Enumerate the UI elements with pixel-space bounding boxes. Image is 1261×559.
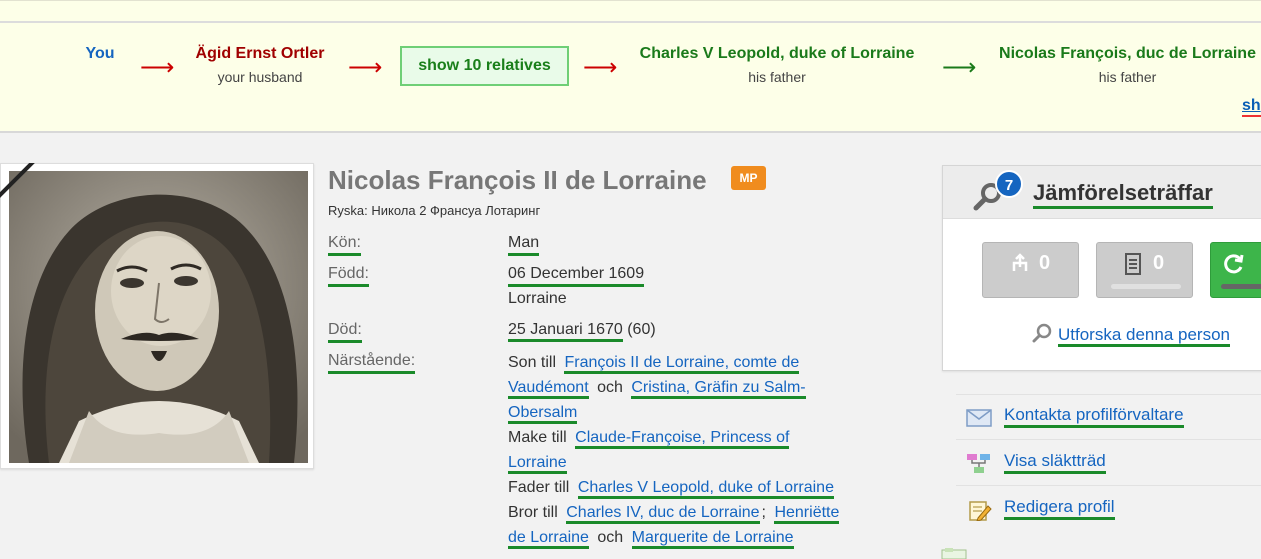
relation-line: Bror till Charles IV, duc de Lorraine; H… — [508, 500, 888, 525]
relative-link[interactable]: de Lorraine — [508, 529, 589, 549]
died-info: 25 Januari 1670 (60) — [508, 321, 656, 342]
alternate-name: Ryska: Никола 2 Франсуа Лотаринг — [328, 203, 541, 218]
contact-manager-link[interactable]: Kontakta profilförvaltare — [966, 405, 1261, 431]
relation-line: Fader till Charles V Leopold, duke of Lo… — [508, 475, 888, 500]
view-family-tree-link[interactable]: Visa släktträd — [966, 451, 1261, 477]
mourning-ribbon-icon — [0, 163, 40, 203]
born-date: 06 December 1609 — [508, 265, 645, 287]
path-node-relation: your husband — [217, 69, 303, 85]
family-tree-icon — [967, 454, 990, 473]
path-node-husband[interactable]: Ägid Ernst Ortler your husband — [180, 45, 340, 85]
relation-line: Make till Claude-Françoise, Princess of — [508, 425, 888, 450]
tree-match-count: 0 — [1039, 252, 1051, 274]
relation-type: Fader till — [508, 479, 570, 496]
died-date: 25 Januari 1670 — [508, 321, 623, 342]
born-label: Född: — [328, 265, 369, 287]
record-matches-button[interactable]: 0 — [1096, 242, 1193, 298]
relation-line: Son till François II de Lorraine, comte … — [508, 350, 888, 375]
born-place: Lorraine — [508, 290, 567, 307]
profile-photo-card[interactable] — [0, 163, 314, 469]
relative-link[interactable]: Cristina, Gräfin zu Salm- — [631, 379, 806, 399]
path-node-target[interactable]: Nicolas François, duc de Lorraine his fa… — [990, 45, 1261, 85]
refresh-matches-button[interactable] — [1210, 242, 1261, 298]
arrow-right-icon: ⟶ — [583, 54, 618, 81]
path-node-relation: his father — [1098, 69, 1157, 85]
contact-manager-text[interactable]: Kontakta profilförvaltare — [1004, 405, 1184, 428]
divider — [956, 394, 1261, 395]
tree-matches-button[interactable]: 0 — [982, 242, 1079, 298]
relation-line: Vaudémont och Cristina, Gräfin zu Salm- — [508, 375, 888, 400]
relative-link[interactable]: Henriëtte — [774, 504, 840, 524]
relatives-list: Son till François II de Lorraine, comte … — [508, 350, 888, 550]
relation-type: Make till — [508, 429, 567, 446]
profile-photo[interactable] — [9, 171, 308, 463]
relation-line: de Lorraine och Marguerite de Lorraine — [508, 525, 888, 550]
refresh-icon — [1223, 253, 1245, 281]
died-age: (60) — [627, 321, 656, 338]
conjunction: och — [597, 529, 624, 546]
arrow-right-icon: ⟶ — [140, 54, 175, 81]
profile-name: Nicolas François II de Lorraine — [328, 165, 707, 195]
died-label: Död: — [328, 321, 362, 343]
document-icon — [1124, 253, 1142, 281]
divider — [956, 439, 1261, 440]
relatives-label: Närstående: — [328, 352, 416, 374]
relative-link[interactable]: Obersalm — [508, 404, 578, 424]
separator: ; — [761, 504, 766, 521]
envelope-icon — [966, 409, 992, 427]
arrow-right-icon: ⟶ — [942, 54, 977, 81]
match-count-badge: 7 — [995, 170, 1023, 198]
relation-type: Son till — [508, 354, 557, 371]
explore-person-link[interactable]: Utforska denna person — [1032, 323, 1230, 347]
conjunction: och — [597, 379, 623, 396]
gender-value: Man — [508, 234, 540, 256]
relative-link[interactable]: François II de Lorraine, comte de — [564, 354, 800, 374]
relative-link[interactable]: Charles IV, duc de Lorraine — [566, 504, 760, 524]
gender-label: Kön: — [328, 234, 361, 256]
relative-link[interactable]: Claude-Françoise, Princess of — [575, 429, 790, 449]
path-node-relation: his father — [748, 69, 806, 85]
show-more-link[interactable]: sh — [1242, 97, 1261, 117]
relative-link[interactable]: Lorraine — [508, 454, 567, 474]
tools-icon — [941, 548, 967, 559]
relative-link[interactable]: Vaudémont — [508, 379, 589, 399]
edit-icon — [969, 501, 992, 521]
path-node-you[interactable]: You — [72, 45, 128, 63]
edit-profile-link[interactable]: Redigera profil — [966, 497, 1261, 523]
path-node-name[interactable]: Charles V Leopold, duke of Lorraine — [622, 45, 932, 63]
arrow-right-icon: ⟶ — [348, 54, 383, 81]
matches-title[interactable]: Jämförelseträffar — [1033, 180, 1213, 209]
relative-link[interactable]: Charles V Leopold, duke of Lorraine — [577, 479, 834, 499]
edit-profile-text[interactable]: Redigera profil — [1004, 497, 1115, 520]
progress-bar — [1221, 284, 1261, 289]
relation-type: Bror till — [508, 504, 558, 521]
view-family-tree-text[interactable]: Visa släktträd — [1004, 451, 1106, 474]
tree-icon — [1010, 253, 1030, 279]
search-icon — [1032, 323, 1052, 343]
record-match-count: 0 — [1153, 252, 1165, 274]
path-node-name[interactable]: Nicolas François, duc de Lorraine — [990, 45, 1261, 63]
divider — [956, 485, 1261, 486]
divider — [0, 21, 1261, 23]
path-node-father-in-law[interactable]: Charles V Leopold, duke of Lorraine his … — [622, 45, 932, 85]
relationship-path-bar: You ⟶ Ägid Ernst Ortler your husband ⟶ s… — [0, 0, 1261, 133]
relation-line: Lorraine — [508, 450, 888, 475]
explore-text[interactable]: Utforska denna person — [1058, 325, 1230, 347]
path-node-name[interactable]: Ägid Ernst Ortler — [180, 45, 340, 63]
show-relatives-button[interactable]: show 10 relatives — [400, 46, 569, 86]
mp-badge[interactable]: MP — [731, 166, 766, 190]
path-node-name[interactable]: You — [72, 45, 128, 63]
progress-bar — [1111, 284, 1181, 289]
relation-line: Obersalm — [508, 400, 888, 425]
relative-link[interactable]: Marguerite de Lorraine — [631, 529, 794, 549]
